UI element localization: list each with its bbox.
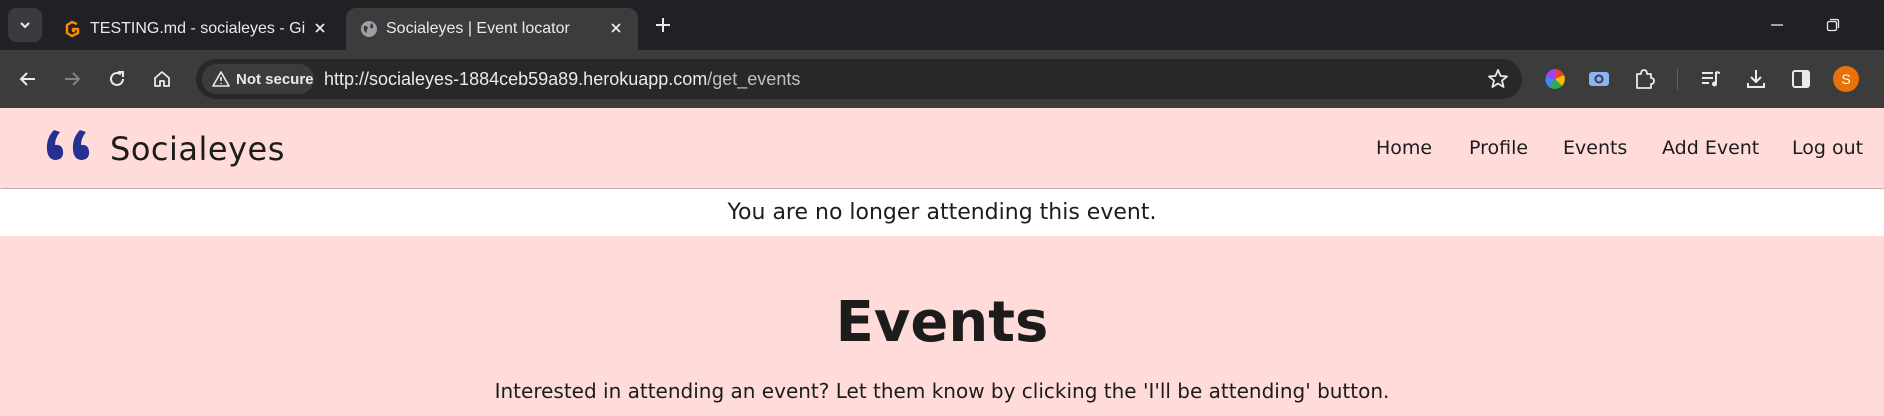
site-navbar: Socialeyes Home Profile Events Add Event… bbox=[0, 108, 1884, 188]
warning-icon bbox=[212, 71, 230, 87]
new-tab-button[interactable] bbox=[650, 12, 676, 38]
gitpod-icon bbox=[65, 20, 80, 38]
restore-button[interactable] bbox=[1818, 12, 1848, 38]
extensions-button[interactable] bbox=[1630, 65, 1658, 93]
nav-link-add-event[interactable]: Add Event bbox=[1662, 137, 1759, 159]
quote-logo-icon[interactable] bbox=[44, 126, 100, 166]
site-info-chip[interactable]: Not secure bbox=[202, 64, 314, 94]
close-tab-icon[interactable] bbox=[606, 18, 626, 38]
url-text[interactable]: http://socialeyes-1884ceb59a89.herokuapp… bbox=[324, 69, 800, 90]
home-icon bbox=[154, 71, 170, 87]
minimize-icon bbox=[1771, 24, 1783, 26]
nav-link-profile[interactable]: Profile bbox=[1469, 137, 1528, 159]
tab-testing-md[interactable]: TESTING.md - socialeyes - Gitpod bbox=[50, 8, 342, 50]
nav-link-home[interactable]: Home bbox=[1376, 137, 1432, 159]
address-bar[interactable]: Not secure http://socialeyes-1884ceb59a8… bbox=[196, 59, 1522, 99]
tab-title: Socialeyes | Event locator bbox=[386, 20, 570, 37]
tab-search-button[interactable] bbox=[8, 8, 42, 42]
profile-avatar[interactable]: S bbox=[1833, 66, 1859, 92]
media-controls-button[interactable] bbox=[1697, 65, 1725, 93]
brand-name[interactable]: Socialeyes bbox=[110, 130, 285, 168]
security-label: Not secure bbox=[236, 70, 314, 88]
forward-button[interactable] bbox=[56, 63, 88, 95]
flash-message: You are no longer attending this event. bbox=[727, 200, 1157, 225]
url-host: http://socialeyes-1884ceb59a89.herokuapp… bbox=[324, 69, 708, 89]
puzzle-icon bbox=[1636, 69, 1655, 89]
download-icon bbox=[1747, 70, 1765, 88]
arrow-right-icon bbox=[65, 72, 81, 86]
bookmark-star-icon[interactable] bbox=[1486, 67, 1510, 91]
nav-link-events[interactable]: Events bbox=[1563, 137, 1627, 159]
browser-tab-bar: TESTING.md - socialeyes - Gitpod Sociale… bbox=[0, 0, 1884, 50]
camera-icon bbox=[1589, 72, 1609, 86]
toolbar-separator bbox=[1677, 68, 1678, 90]
chevron-down-icon bbox=[20, 22, 30, 29]
page-title: Events bbox=[835, 290, 1049, 355]
side-panel-button[interactable] bbox=[1787, 65, 1815, 93]
url-path: /get_events bbox=[707, 69, 801, 89]
color-extension-button[interactable] bbox=[1541, 65, 1569, 93]
tab-title: TESTING.md - socialeyes - Gitpod bbox=[90, 20, 305, 37]
color-wheel-icon bbox=[1545, 69, 1565, 89]
queue-music-icon bbox=[1702, 71, 1721, 87]
page-intro-text: Interested in attending an event? Let th… bbox=[494, 379, 1390, 403]
back-button[interactable] bbox=[12, 63, 44, 95]
flash-message-bar: You are no longer attending this event. bbox=[0, 189, 1884, 236]
globe-icon bbox=[361, 21, 377, 37]
browser-toolbar: Not secure http://socialeyes-1884ceb59a8… bbox=[0, 50, 1884, 108]
restore-icon bbox=[1826, 18, 1840, 32]
nav-link-log-out[interactable]: Log out bbox=[1792, 137, 1863, 159]
plus-icon bbox=[656, 18, 670, 32]
screen-capture-extension-button[interactable] bbox=[1585, 65, 1613, 93]
home-button[interactable] bbox=[146, 63, 178, 95]
arrow-left-icon bbox=[19, 72, 35, 86]
downloads-button[interactable] bbox=[1742, 65, 1770, 93]
reload-button[interactable] bbox=[101, 63, 133, 95]
tab-socialeyes[interactable]: Socialeyes | Event locator bbox=[346, 8, 638, 50]
reload-icon bbox=[110, 71, 124, 86]
close-tab-icon[interactable] bbox=[310, 18, 330, 38]
side-panel-icon bbox=[1792, 70, 1810, 88]
minimize-button[interactable] bbox=[1762, 12, 1792, 38]
